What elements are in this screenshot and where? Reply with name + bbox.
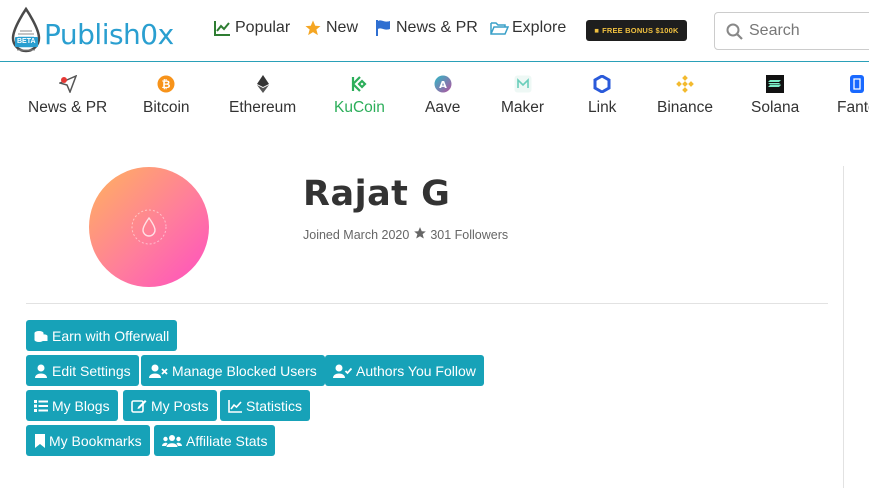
coin-link-label: Link <box>588 99 617 116</box>
coin-kucoin[interactable]: KuCoin <box>334 75 385 117</box>
user-times-icon <box>149 364 168 378</box>
bitcoin-icon: ₿ <box>157 75 175 93</box>
coin-binance[interactable]: Binance <box>657 75 713 117</box>
profile-divider <box>26 303 828 304</box>
kucoin-icon <box>350 75 368 93</box>
bonus-banner-text: FREE BONUS $100K <box>602 26 679 35</box>
free-bonus-banner[interactable]: ■ FREE BONUS $100K <box>586 20 687 41</box>
coin-category-bar: News & PR ₿ Bitcoin Ethereum KuCoin A Aa… <box>0 63 869 123</box>
coin-fantom[interactable]: Fanto <box>837 75 869 117</box>
nav-new-label: New <box>326 19 359 36</box>
authors-you-follow-button[interactable]: Authors You Follow <box>325 355 484 386</box>
beta-badge: BETA <box>15 37 38 47</box>
manage-blocked-users-label: Manage Blocked Users <box>172 362 317 379</box>
coin-ethereum-label: Ethereum <box>229 99 297 116</box>
coin-aave[interactable]: A Aave <box>425 75 460 117</box>
search-box[interactable] <box>714 12 869 50</box>
affiliate-stats-button[interactable]: Affiliate Stats <box>154 425 276 456</box>
edit-settings-button[interactable]: Edit Settings <box>26 355 139 386</box>
edit-settings-label: Edit Settings <box>52 362 131 379</box>
search-icon <box>726 23 743 40</box>
user-check-icon <box>333 364 352 378</box>
chart-line-icon <box>213 19 231 37</box>
svg-text:₿: ₿ <box>162 78 171 91</box>
my-posts-label: My Posts <box>151 397 209 414</box>
users-icon <box>162 434 182 448</box>
bookmark-icon <box>34 433 45 448</box>
coins-icon <box>34 329 48 343</box>
coin-bitcoin-label: Bitcoin <box>143 99 190 116</box>
fantom-icon <box>848 75 866 93</box>
aave-icon: A <box>434 75 452 93</box>
nav-explore-label: Explore <box>512 19 567 36</box>
coin-maker-label: Maker <box>501 99 545 116</box>
coin-link[interactable]: Link <box>588 75 616 117</box>
coin-binance-label: Binance <box>657 99 714 116</box>
paper-plane-icon <box>58 75 77 93</box>
logo-drop-icon: BETA <box>9 6 43 56</box>
coin-fantom-label: Fanto <box>837 99 869 116</box>
avatar <box>89 167 209 287</box>
coin-ethereum[interactable]: Ethereum <box>229 75 296 117</box>
coin-kucoin-label: KuCoin <box>334 99 385 116</box>
folder-open-icon <box>490 19 510 37</box>
chainlink-icon <box>593 75 611 93</box>
coin-aave-label: Aave <box>425 99 461 116</box>
edit-icon <box>131 399 147 413</box>
top-header: BETA Publish0x Popular New News & PR Exp… <box>0 0 869 62</box>
content-border <box>843 166 844 488</box>
solana-icon <box>766 75 785 93</box>
coin-bitcoin[interactable]: ₿ Bitcoin <box>143 75 190 117</box>
followers-count[interactable]: 301 Followers <box>430 228 508 242</box>
coin-maker[interactable]: Maker <box>501 75 544 117</box>
earn-offerwall-label: Earn with Offerwall <box>52 327 170 344</box>
maker-icon <box>514 75 532 93</box>
authors-you-follow-label: Authors You Follow <box>356 362 476 379</box>
earn-offerwall-button[interactable]: Earn with Offerwall <box>26 320 178 351</box>
coin-solana[interactable]: Solana <box>751 75 799 117</box>
my-posts-button[interactable]: My Posts <box>123 390 217 421</box>
my-blogs-button[interactable]: My Blogs <box>26 390 118 421</box>
nav-explore[interactable]: Explore <box>490 19 566 37</box>
my-blogs-label: My Blogs <box>52 397 110 414</box>
chart-area-icon <box>228 399 242 413</box>
svg-text:A: A <box>439 80 447 91</box>
search-input[interactable] <box>749 22 869 40</box>
flag-icon <box>374 19 392 37</box>
statistics-button[interactable]: Statistics <box>220 390 311 421</box>
affiliate-stats-label: Affiliate Stats <box>186 432 268 449</box>
logo-text: Publish0x <box>44 18 174 51</box>
user-icon <box>34 364 48 378</box>
avatar-logo-icon <box>131 209 167 245</box>
ethereum-icon <box>254 75 272 93</box>
statistics-label: Statistics <box>246 397 303 414</box>
joined-date: Joined March 2020 <box>303 227 410 242</box>
coin-news-pr[interactable]: News & PR <box>28 75 107 117</box>
star-icon <box>413 226 427 243</box>
my-bookmarks-label: My Bookmarks <box>49 432 142 449</box>
site-logo[interactable]: BETA Publish0x <box>9 6 174 56</box>
my-bookmarks-button[interactable]: My Bookmarks <box>26 425 150 456</box>
gift-icon: ■ <box>594 26 600 35</box>
nav-news-pr-label: News & PR <box>396 19 478 36</box>
star-icon <box>304 19 322 37</box>
nav-news-pr[interactable]: News & PR <box>374 19 478 37</box>
nav-new[interactable]: New <box>304 19 358 37</box>
coin-solana-label: Solana <box>751 99 800 116</box>
profile-name: Rajat G <box>303 174 451 214</box>
nav-popular-label: Popular <box>235 19 291 36</box>
binance-icon <box>676 75 694 93</box>
list-icon <box>34 399 48 413</box>
manage-blocked-users-button[interactable]: Manage Blocked Users <box>141 355 325 386</box>
profile-meta: Joined March 2020 301 Followers <box>303 226 508 243</box>
coin-news-pr-label: News & PR <box>28 99 108 116</box>
nav-popular[interactable]: Popular <box>213 19 290 37</box>
